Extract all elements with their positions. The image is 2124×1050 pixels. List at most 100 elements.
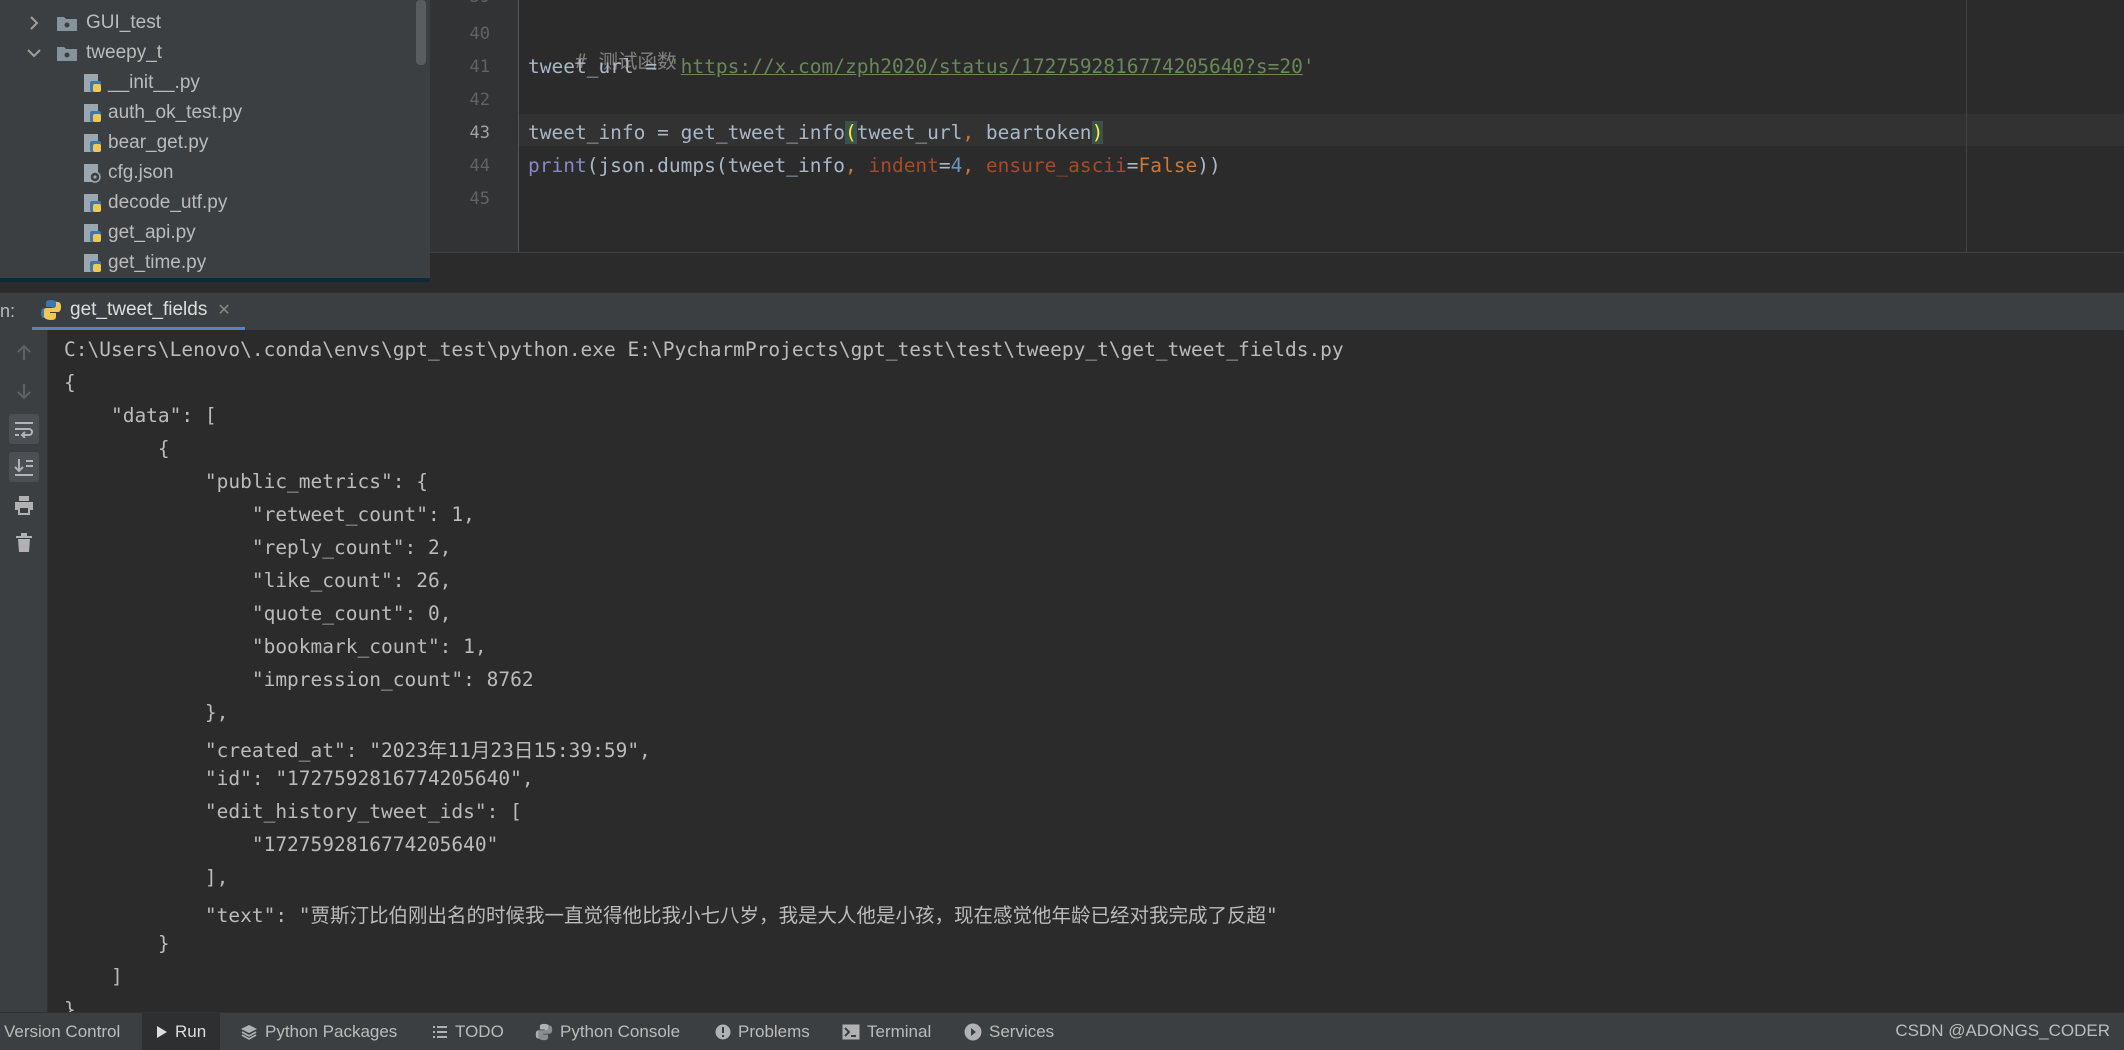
code-token: tweet_url xyxy=(856,121,963,144)
list-icon xyxy=(432,1025,448,1039)
python-icon xyxy=(40,299,62,321)
line-number: 42 xyxy=(469,90,490,110)
console-line: "impression_count": 8762 xyxy=(64,668,534,691)
tree-item-file[interactable]: bear_get.py xyxy=(82,128,208,158)
tool-label: Python Console xyxy=(560,1022,681,1041)
run-button[interactable]: Run xyxy=(142,1013,221,1050)
trash-icon[interactable] xyxy=(9,528,39,558)
tree-item-file[interactable]: auth_ok_test.py xyxy=(82,98,242,128)
console-line: "reply_count": 2, xyxy=(64,536,452,559)
print-icon[interactable] xyxy=(9,490,39,520)
tree-item-file[interactable]: get_api.py xyxy=(82,218,196,248)
line-number: 44 xyxy=(469,156,490,176)
console-line: ], xyxy=(64,866,229,889)
down-arrow-icon[interactable] xyxy=(9,376,39,406)
run-tool-window-header: n: get_tweet_fields ✕ xyxy=(0,292,2124,331)
run-side-toolbar xyxy=(0,330,48,1012)
tree-selection-highlight xyxy=(0,278,430,282)
editor-bottom-strip xyxy=(430,252,2124,282)
line-number: 45 xyxy=(469,189,490,209)
code-editor[interactable]: 39 40 41 42 43 44 45 # 测试函数 tweet_url = … xyxy=(430,0,2124,252)
code-token: 4 xyxy=(950,154,963,177)
scroll-to-end-icon[interactable] xyxy=(9,452,39,482)
code-token: ' xyxy=(1302,55,1315,78)
run-console-output[interactable]: C:\Users\Lenovo\.conda\envs\gpt_test\pyt… xyxy=(48,330,2124,1012)
console-line: "data": [ xyxy=(64,404,217,427)
console-line: "bookmark_count": 1, xyxy=(64,635,487,658)
python-icon xyxy=(535,1023,553,1041)
tab-get-tweet-fields[interactable]: get_tweet_fields ✕ xyxy=(32,293,245,331)
console-line: { xyxy=(64,437,170,460)
tree-item-file[interactable]: __init__.py xyxy=(82,68,200,98)
services-button[interactable]: Services xyxy=(964,1013,1054,1050)
python-file-icon xyxy=(82,133,102,153)
terminal-button[interactable]: Terminal xyxy=(842,1013,931,1050)
console-line: "like_count": 26, xyxy=(64,569,452,592)
folder-icon xyxy=(56,14,78,32)
code-token: = xyxy=(938,154,951,177)
code-token: tweet_info = get_tweet_info xyxy=(528,121,845,144)
console-line: "public_metrics": { xyxy=(64,470,428,493)
chevron-right-icon[interactable] xyxy=(24,13,44,33)
line-number: 40 xyxy=(469,24,490,44)
console-line: "edit_history_tweet_ids": [ xyxy=(64,800,522,823)
console-line: }, xyxy=(64,701,229,724)
layers-icon xyxy=(240,1024,258,1040)
code-token: , xyxy=(962,154,986,177)
console-line: "text": "贾斯汀比伯刚出名的时候我一直觉得他比我小七八岁，我是大人他是小… xyxy=(64,904,1278,927)
problems-button[interactable]: Problems xyxy=(715,1013,810,1050)
console-line: C:\Users\Lenovo\.conda\envs\gpt_test\pyt… xyxy=(64,338,1344,361)
tree-item-label: tweepy_t xyxy=(86,42,163,63)
tree-item-label: decode_utf.py xyxy=(108,192,228,213)
tree-item-label: get_api.py xyxy=(108,222,196,243)
python-file-icon xyxy=(82,73,102,93)
json-file-icon xyxy=(82,163,102,183)
code-token: beartoken xyxy=(985,121,1092,144)
python-packages-button[interactable]: Python Packages xyxy=(240,1013,397,1050)
tool-label: Problems xyxy=(738,1022,810,1041)
tree-item-file[interactable]: get_time.py xyxy=(82,248,206,278)
tree-item-label: cfg.json xyxy=(108,162,174,183)
python-file-icon xyxy=(82,223,102,243)
console-line: ] xyxy=(64,965,123,988)
tool-label: Python Packages xyxy=(265,1022,398,1041)
console-line: } xyxy=(64,932,170,955)
python-file-icon xyxy=(82,103,102,123)
tree-item-gui-test[interactable]: GUI_test xyxy=(24,8,161,38)
code-token: False xyxy=(1138,154,1198,177)
code-brace-match: ( xyxy=(844,121,857,144)
tree-item-label: auth_ok_test.py xyxy=(108,102,243,123)
soft-wrap-icon[interactable] xyxy=(9,414,39,444)
tab-title: get_tweet_fields xyxy=(70,299,208,320)
up-arrow-icon[interactable] xyxy=(9,338,39,368)
console-line: "retweet_count": 1, xyxy=(64,503,475,526)
tool-label: Version Control xyxy=(4,1022,121,1041)
terminal-icon xyxy=(842,1024,860,1040)
chevron-down-icon[interactable] xyxy=(24,43,44,63)
play-icon xyxy=(156,1025,168,1039)
tree-item-file[interactable]: decode_utf.py xyxy=(82,188,227,218)
code-url-link[interactable]: https://x.com/zph2020/status/17275928167… xyxy=(681,55,1303,78)
code-token: ensure_ascii xyxy=(985,154,1127,177)
tree-item-label: bear_get.py xyxy=(108,132,209,153)
console-line: "1727592816774205640" xyxy=(64,833,499,856)
tool-label: Terminal xyxy=(867,1022,932,1041)
version-control-button[interactable]: Version Control xyxy=(4,1013,120,1050)
tool-label: Services xyxy=(989,1022,1055,1041)
code-line-43: tweet_info = get_tweet_info(tweet_url, b… xyxy=(528,121,1104,144)
tree-scrollbar[interactable] xyxy=(416,0,426,65)
code-token: ' xyxy=(668,55,681,78)
tree-item-tweepy-t[interactable]: tweepy_t xyxy=(24,38,162,68)
watermark: CSDN @ADONGS_CODER xyxy=(1895,1021,2110,1040)
close-icon[interactable]: ✕ xyxy=(217,300,230,320)
tree-item-file[interactable]: cfg.json xyxy=(82,158,173,188)
console-line: { xyxy=(64,371,76,394)
code-line-44: print(json.dumps(tweet_info, indent=4, e… xyxy=(528,154,1221,177)
code-token: , xyxy=(962,121,986,144)
run-label: n: xyxy=(0,301,16,321)
todo-button[interactable]: TODO xyxy=(432,1013,504,1050)
line-number-current: 43 xyxy=(469,123,490,143)
code-token: tweet_url xyxy=(528,55,634,78)
tree-item-label: GUI_test xyxy=(86,12,161,33)
python-console-button[interactable]: Python Console xyxy=(535,1013,680,1050)
